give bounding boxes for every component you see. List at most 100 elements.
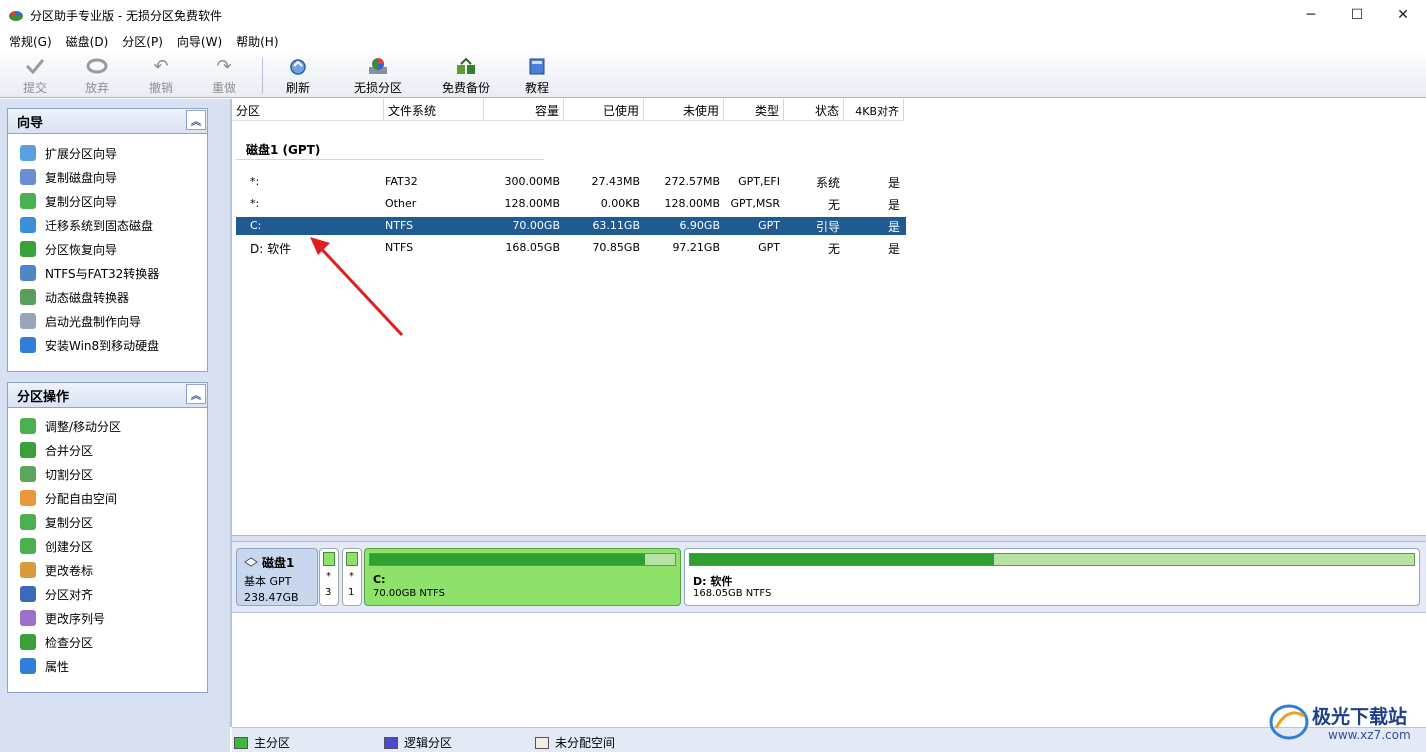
col-status[interactable]: 状态 — [784, 99, 844, 121]
menu-wizard[interactable]: 向导(W) — [172, 33, 227, 50]
col-unused[interactable]: 未使用 — [644, 99, 724, 121]
menu-general[interactable]: 常规(G) — [4, 33, 57, 50]
col-filesystem[interactable]: 文件系统 — [384, 99, 484, 121]
op-split[interactable]: 切割分区 — [8, 462, 207, 486]
c-usage-bar — [369, 553, 676, 566]
info-icon — [20, 658, 36, 674]
recovery-icon — [20, 241, 36, 257]
op-merge[interactable]: 合并分区 — [8, 438, 207, 462]
serial-icon — [20, 610, 36, 626]
disk-size: 238.47GB — [244, 591, 299, 604]
cell-type: GPT — [758, 241, 780, 254]
op-align[interactable]: 分区对齐 — [8, 582, 207, 606]
undo-button[interactable]: ↶ 撤销 — [146, 56, 176, 96]
extend-icon — [20, 145, 36, 161]
cell-type: GPT,EFI — [738, 175, 780, 188]
cell-used: 70.85GB — [592, 241, 640, 254]
wizard-item-bootable-cd[interactable]: 启动光盘制作向导 — [8, 309, 207, 333]
partition-block-c[interactable]: C: 70.00GB NTFS — [364, 548, 681, 606]
item-label: 复制分区 — [45, 515, 94, 530]
menu-bar: 常规(G) 磁盘(D) 分区(P) 向导(W) 帮助(H) — [0, 30, 1426, 52]
logical-label: 逻辑分区 — [404, 736, 453, 750]
cell-fs: FAT32 — [385, 175, 418, 188]
wizard-item-copy-partition[interactable]: 复制分区向导 — [8, 189, 207, 213]
menu-help[interactable]: 帮助(H) — [231, 33, 283, 50]
watermark: 极光下载站 www.xz7.com — [1268, 700, 1426, 750]
cell-fs: Other — [385, 197, 417, 210]
cell-used: 27.43MB — [591, 175, 640, 188]
undo-label: 撤销 — [148, 81, 173, 95]
cell-cap: 70.00GB — [512, 219, 560, 232]
merge-icon — [20, 442, 36, 458]
op-check-partition[interactable]: 检查分区 — [8, 630, 207, 654]
partition-block-d[interactable]: D: 软件 168.05GB NTFS — [684, 548, 1420, 606]
item-label: NTFS与FAT32转换器 — [45, 266, 160, 281]
redo-label: 重做 — [211, 81, 236, 95]
cell-status: 引导 — [815, 220, 840, 234]
lossless-partition-button[interactable]: 无损分区 — [350, 56, 406, 96]
commit-button[interactable]: 提交 — [20, 56, 50, 96]
refresh-button[interactable]: 刷新 — [283, 56, 313, 96]
allocate-icon — [20, 490, 36, 506]
legend-unallocated: 未分配空间 — [535, 734, 615, 751]
col-type[interactable]: 类型 — [724, 99, 784, 121]
book-icon — [526, 56, 548, 76]
wizard-item-extend[interactable]: 扩展分区向导 — [8, 141, 207, 165]
wizard-item-copy-disk[interactable]: 复制磁盘向导 — [8, 165, 207, 189]
cell-align: 是 — [887, 176, 900, 190]
item-label: 复制分区向导 — [45, 194, 118, 209]
op-properties[interactable]: 属性 — [8, 654, 207, 678]
collapse-wizard-button[interactable]: ︽ — [186, 110, 206, 130]
cell-status: 无 — [827, 198, 840, 212]
col-used[interactable]: 已使用 — [564, 99, 644, 121]
op-allocate-free[interactable]: 分配自由空间 — [8, 486, 207, 510]
col-capacity[interactable]: 容量 — [484, 99, 564, 121]
redo-button[interactable]: ↷ 重做 — [209, 56, 239, 96]
split-icon — [20, 466, 36, 482]
close-button[interactable]: ✕ — [1380, 0, 1426, 30]
table-row[interactable]: *: Other 128.00MB 0.00KB 128.00MB GPT,MS… — [236, 195, 906, 213]
col-partition[interactable]: 分区 — [236, 99, 384, 121]
wizard-item-ntfs-fat32[interactable]: NTFS与FAT32转换器 — [8, 261, 207, 285]
cd-icon — [20, 313, 36, 329]
item-label: 迁移系统到固态磁盘 — [45, 218, 154, 233]
efi-mark: * — [326, 571, 331, 582]
wizard-item-recovery[interactable]: 分区恢复向导 — [8, 237, 207, 261]
item-label: 分区对齐 — [45, 587, 94, 602]
col-4k-align[interactable]: 4KB对齐 — [844, 99, 904, 121]
item-label: 检查分区 — [45, 635, 94, 650]
table-row[interactable]: *: FAT32 300.00MB 27.43MB 272.57MB GPT,E… — [236, 173, 906, 191]
cell-free: 97.21GB — [672, 241, 720, 254]
disk-group-label: 磁盘1 (GPT) — [246, 143, 321, 157]
disk-info-box[interactable]: 磁盘1 基本 GPT 238.47GB — [236, 548, 318, 606]
partition-block-msr[interactable]: * 1 — [342, 548, 362, 606]
wizard-panel-header: 向导 ︽ — [8, 109, 207, 134]
op-resize-move[interactable]: 调整/移动分区 — [8, 414, 207, 438]
align-icon — [20, 586, 36, 602]
ops-panel-title: 分区操作 — [17, 389, 70, 405]
op-copy-partition[interactable]: 复制分区 — [8, 510, 207, 534]
commit-label: 提交 — [22, 81, 47, 95]
wizard-item-win8-usb[interactable]: 安装Win8到移动硬盘 — [8, 333, 207, 357]
minimize-button[interactable]: ─ — [1288, 0, 1334, 30]
pie-disk-icon — [367, 56, 389, 76]
wizard-item-dynamic-disk[interactable]: 动态磁盘转换器 — [8, 285, 207, 309]
tutorial-button[interactable]: 教程 — [522, 56, 552, 96]
wizard-item-migrate-ssd[interactable]: 迁移系统到固态磁盘 — [8, 213, 207, 237]
partition-block-efi[interactable]: * 3 — [319, 548, 339, 606]
op-change-label[interactable]: 更改卷标 — [8, 558, 207, 582]
free-backup-button[interactable]: 免费备份 — [438, 56, 494, 96]
horizontal-splitter[interactable] — [232, 535, 1426, 542]
cell-used: 0.00KB — [600, 197, 640, 210]
menu-disk[interactable]: 磁盘(D) — [61, 33, 114, 50]
maximize-button[interactable]: ☐ — [1334, 0, 1380, 30]
disk-type: 基本 GPT — [244, 575, 292, 588]
discard-button[interactable]: 放弃 — [82, 56, 112, 96]
op-create-partition[interactable]: 创建分区 — [8, 534, 207, 558]
op-change-serial[interactable]: 更改序列号 — [8, 606, 207, 630]
item-label: 安装Win8到移动硬盘 — [45, 338, 160, 353]
menu-partition[interactable]: 分区(P) — [117, 33, 168, 50]
collapse-ops-button[interactable]: ︽ — [186, 384, 206, 404]
d-info: 168.05GB NTFS — [693, 588, 772, 599]
migrate-icon — [20, 217, 36, 233]
